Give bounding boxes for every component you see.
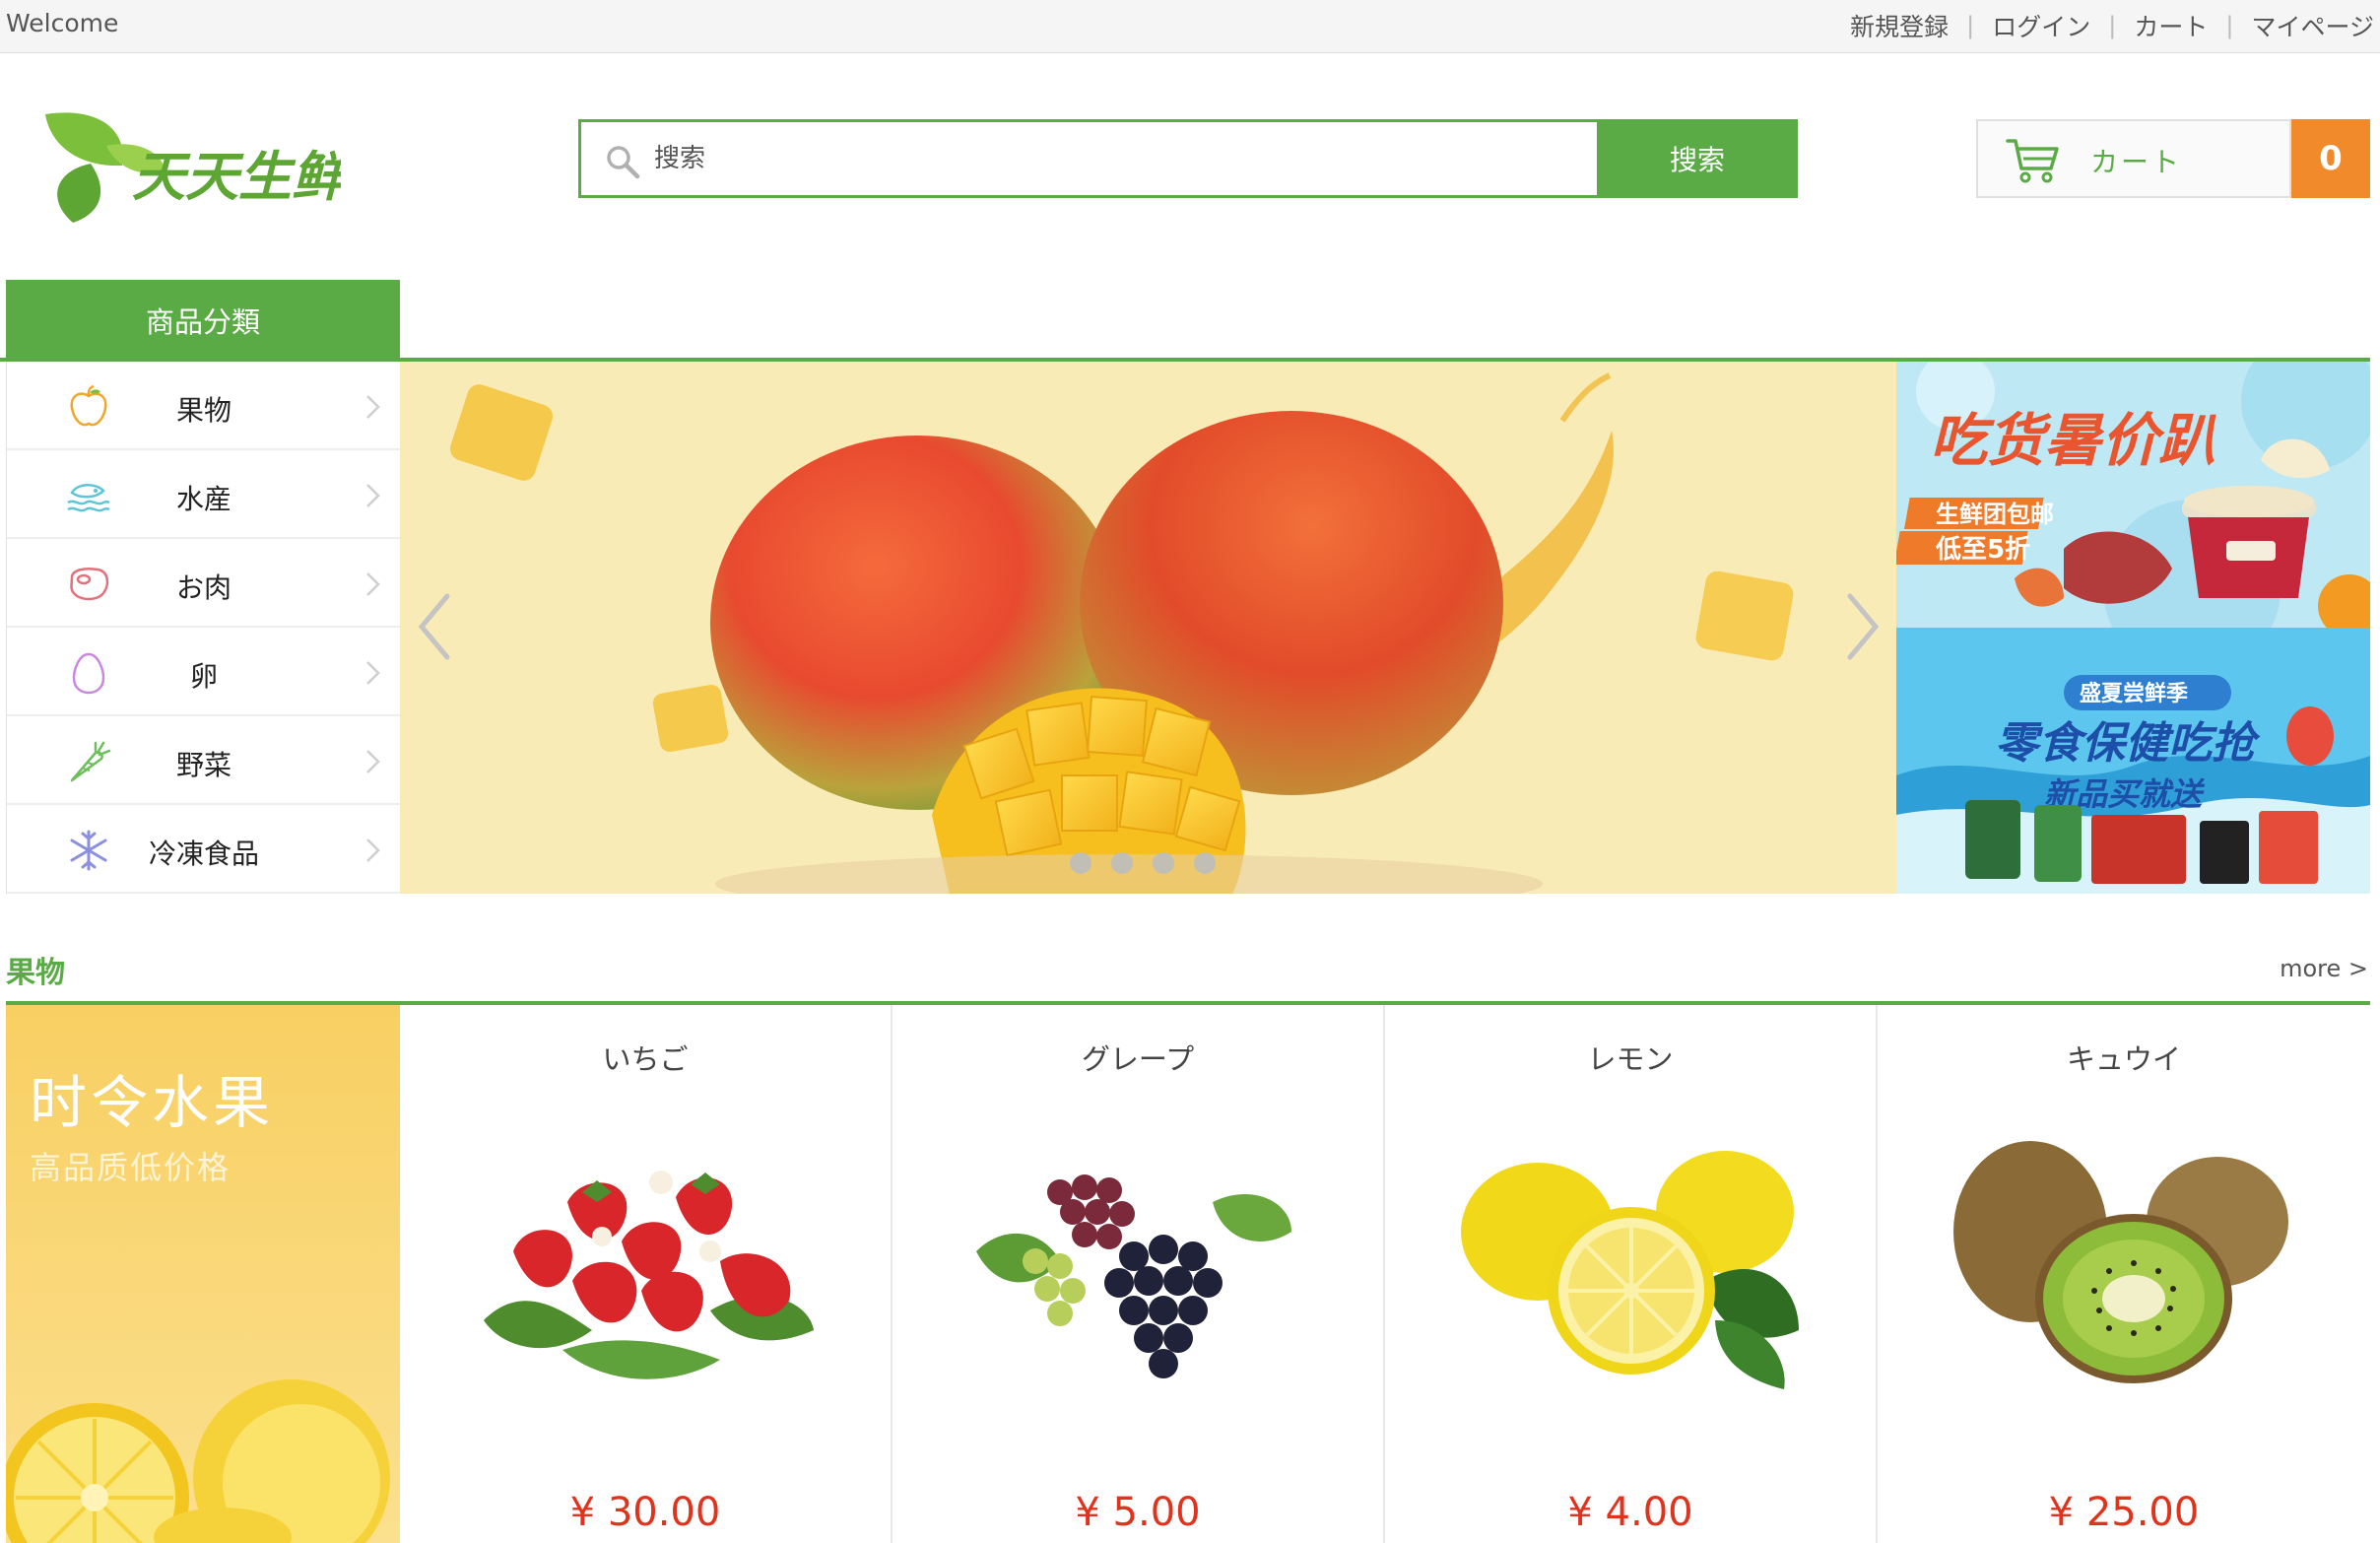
product-card-strawberry[interactable]: いちご ¥ 30.00 xyxy=(400,1005,892,1543)
sidebar-item-vegetable[interactable]: 野菜 xyxy=(7,716,400,805)
chevron-right-icon xyxy=(366,572,380,596)
sidebar-item-egg[interactable]: 卵 xyxy=(7,628,400,716)
carousel-dots xyxy=(1070,852,1216,874)
carousel-dot[interactable] xyxy=(1194,852,1216,874)
feature-banner-seasonal-fruit[interactable]: 时令水果 高品质低价格 xyxy=(6,1005,400,1543)
product-name: いちご xyxy=(602,1042,689,1076)
promo2-title: 零食保健吃抢 xyxy=(1995,718,2261,769)
product-name: キュウイ xyxy=(2066,1042,2181,1076)
register-link[interactable]: 新規登録 xyxy=(1850,8,1949,43)
mango-banner-image xyxy=(449,372,1794,894)
product-price: ¥ 30.00 xyxy=(569,1490,721,1535)
product-card-grape[interactable]: グレープ ¥ 5.00 xyxy=(892,1005,1385,1543)
mypage-link[interactable]: マイページ xyxy=(2251,8,2374,43)
link-divider: | xyxy=(2108,12,2117,39)
site-logo[interactable]: 天天生鲜 xyxy=(37,106,353,231)
sidebar-item-label: 果物 xyxy=(175,394,231,427)
category-header: 商品分類 xyxy=(6,280,400,361)
cart-box[interactable]: カート xyxy=(1976,119,2291,198)
search-button[interactable]: 搜索 xyxy=(1597,119,1798,198)
carousel-dot[interactable] xyxy=(1070,852,1091,874)
cart-count-badge[interactable]: 0 xyxy=(2291,119,2370,198)
promo1-line1: 生鲜团包邮 xyxy=(1936,501,2054,528)
welcome-text: Welcome xyxy=(6,9,119,37)
promo2-tag: 盛夏尝鲜季 xyxy=(2080,681,2188,706)
chevron-right-icon xyxy=(366,661,380,685)
cart-link[interactable]: カート xyxy=(2134,8,2208,43)
strawberry-image xyxy=(484,1171,814,1379)
section-more-link[interactable]: more > xyxy=(2280,955,2368,982)
sidebar-item-label: 卵 xyxy=(189,660,218,693)
chevron-right-icon xyxy=(366,750,380,773)
promo-banner-summer-sale[interactable]: 吃货暑价趴 生鲜团包邮 低至5折 xyxy=(1896,362,2370,628)
product-card-kiwi[interactable]: キュウイ ¥ 25.00 xyxy=(1878,1005,2370,1543)
chevron-right-icon xyxy=(366,395,380,419)
cart-label: カート xyxy=(2090,146,2183,178)
chevron-right-icon xyxy=(366,484,380,507)
feature-title: 时令水果 xyxy=(30,1069,275,1136)
chevron-right-icon xyxy=(366,839,380,862)
product-price: ¥ 5.00 xyxy=(1075,1490,1201,1535)
carousel-dot[interactable] xyxy=(1111,852,1133,874)
top-links: 新規登録 | ログイン | カート | マイページ xyxy=(1850,8,2374,43)
carousel-next-icon[interactable] xyxy=(1840,590,1884,663)
product-card-lemon[interactable]: レモン ¥ 4.00 xyxy=(1385,1005,1878,1543)
promo-banner-snacks[interactable]: 盛夏尝鲜季 零食保健吃抢 新品买就送 xyxy=(1896,628,2370,894)
promo1-line2: 低至5折 xyxy=(1935,535,2030,565)
lemon-image xyxy=(1461,1151,1799,1389)
search-box xyxy=(578,119,1600,198)
section-title: 果物 xyxy=(6,956,65,990)
sidebar-item-label: 冷凍食品 xyxy=(148,838,259,870)
sidebar-item-label: 野菜 xyxy=(175,749,231,781)
carousel-dot[interactable] xyxy=(1153,852,1174,874)
login-link[interactable]: ログイン xyxy=(1992,8,2090,43)
link-divider: | xyxy=(1966,12,1975,39)
sidebar-item-seafood[interactable]: 水産 xyxy=(7,450,400,539)
link-divider: | xyxy=(2225,12,2234,39)
feature-subtitle: 高品质低价格 xyxy=(30,1149,231,1186)
product-name: グレープ xyxy=(1081,1042,1195,1076)
kiwi-image xyxy=(1953,1141,2288,1383)
search-icon xyxy=(607,146,640,179)
sidebar-item-fruit[interactable]: 果物 xyxy=(7,362,400,450)
product-price: ¥ 25.00 xyxy=(2048,1490,2200,1535)
svg-text:天天生鲜: 天天生鲜 xyxy=(132,146,341,208)
top-bar: Welcome 新規登録 | ログイン | カート | マイページ xyxy=(0,0,2380,53)
carousel-prev-icon[interactable] xyxy=(414,590,457,663)
sidebar-item-meat[interactable]: お肉 xyxy=(7,539,400,628)
grape-image xyxy=(976,1174,1291,1378)
cart-icon xyxy=(2006,139,2059,183)
product-price: ¥ 4.00 xyxy=(1567,1490,1693,1535)
sidebar-item-frozen[interactable]: 冷凍食品 xyxy=(7,805,400,894)
sidebar-item-label: お肉 xyxy=(175,571,231,604)
promo1-title: 吃货暑价趴 xyxy=(1930,407,2216,474)
sidebar-item-label: 水産 xyxy=(175,483,231,515)
banner-carousel[interactable] xyxy=(400,362,1896,894)
product-name: レモン xyxy=(1587,1042,1674,1076)
search-input[interactable] xyxy=(652,122,1568,195)
category-sidebar: 果物 水産 お肉 卵 野菜 冷凍食品 xyxy=(6,362,400,894)
